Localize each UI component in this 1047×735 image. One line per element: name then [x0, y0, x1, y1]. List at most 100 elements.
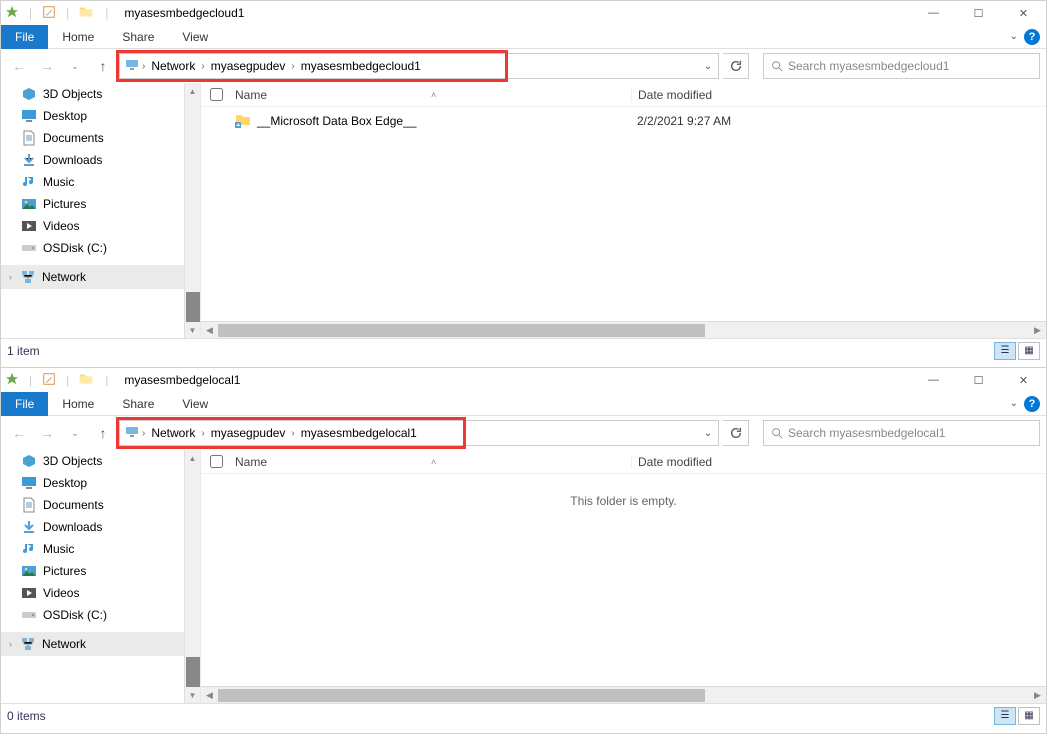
nav-up-button[interactable]: ↑ [91, 421, 115, 445]
content-pane[interactable]: Name˄ Date modified This folder is empty… [201, 450, 1046, 703]
sidebar-item-pictures[interactable]: Pictures [1, 193, 200, 215]
scroll-thumb[interactable] [218, 324, 705, 337]
breadcrumb-item[interactable]: myasesmbedgelocal1 [297, 426, 421, 440]
qat-pin-icon[interactable] [5, 5, 19, 22]
select-all-checkbox[interactable] [201, 455, 231, 468]
breadcrumb-item[interactable]: myasegpudev [207, 426, 290, 440]
sidebar-item-network[interactable]: ›Network [1, 632, 200, 656]
content-pane[interactable]: Name˄ Date modified __Microsoft Data Box… [201, 83, 1046, 338]
sidebar-item-documents[interactable]: Documents [1, 494, 200, 516]
tab-view[interactable]: View [168, 393, 222, 415]
sidebar[interactable]: 3D Objects Desktop Documents Downloads M… [1, 83, 201, 338]
scroll-down-button[interactable]: ▼ [185, 322, 200, 338]
qat-pin-icon[interactable] [5, 372, 19, 389]
sidebar-item-3d-objects[interactable]: 3D Objects [1, 450, 200, 472]
sidebar-item-3d-objects[interactable]: 3D Objects [1, 83, 200, 105]
tab-share[interactable]: Share [108, 393, 168, 415]
sidebar-item-videos[interactable]: Videos [1, 215, 200, 237]
breadcrumb-item[interactable]: myasesmbedgecloud1 [297, 59, 425, 73]
nav-back-button[interactable]: ← [7, 421, 31, 445]
sidebar-item-desktop[interactable]: Desktop [1, 105, 200, 127]
chevron-right-icon[interactable]: › [199, 428, 206, 439]
scroll-right-button[interactable]: ▶ [1029, 687, 1046, 703]
column-header-name[interactable]: Name˄ [231, 455, 631, 469]
scroll-left-button[interactable]: ◀ [201, 687, 218, 703]
view-details-button[interactable]: ☰ [994, 707, 1016, 725]
sidebar-item-downloads[interactable]: Downloads [1, 516, 200, 538]
file-row[interactable]: __Microsoft Data Box Edge__ 2/2/2021 9:2… [201, 107, 1046, 129]
file-tab[interactable]: File [1, 25, 48, 49]
maximize-button[interactable]: ☐ [956, 368, 1001, 392]
titlebar[interactable]: | | | myasesmbedgecloud1 — ☐ ✕ [1, 1, 1046, 25]
sidebar-item-music[interactable]: Music [1, 538, 200, 560]
sidebar-item-desktop[interactable]: Desktop [1, 472, 200, 494]
titlebar[interactable]: | | | myasesmbedgelocal1 — ☐ ✕ [1, 368, 1046, 392]
chevron-right-icon[interactable]: › [140, 61, 147, 72]
horizontal-scrollbar[interactable]: ◀ ▶ [201, 321, 1046, 338]
select-all-checkbox[interactable] [201, 88, 231, 101]
ribbon-expand-icon[interactable]: ⌄ [1010, 31, 1018, 42]
sidebar-item-downloads[interactable]: Downloads [1, 149, 200, 171]
scroll-down-button[interactable]: ▼ [185, 687, 200, 703]
chevron-right-icon[interactable]: › [9, 272, 12, 282]
minimize-button[interactable]: — [911, 368, 956, 392]
maximize-button[interactable]: ☐ [956, 1, 1001, 25]
search-input[interactable]: Search myasesmbedgecloud1 [763, 53, 1040, 79]
address-dropdown[interactable]: ⌄ [698, 61, 718, 72]
sidebar-item-osdisk[interactable]: OSDisk (C:) [1, 604, 200, 626]
qat-properties-icon[interactable] [42, 372, 56, 389]
sidebar-item-music[interactable]: Music [1, 171, 200, 193]
nav-recent-dropdown[interactable]: ⌄ [63, 54, 87, 78]
nav-back-button[interactable]: ← [7, 54, 31, 78]
address-dropdown[interactable]: ⌄ [698, 428, 718, 439]
column-header-date[interactable]: Date modified [631, 455, 1046, 469]
scroll-up-button[interactable]: ▲ [185, 450, 200, 466]
view-icons-button[interactable]: ▦ [1018, 707, 1040, 725]
sidebar-scrollbar[interactable]: ▲ ▼ [184, 83, 200, 338]
file-tab[interactable]: File [1, 392, 48, 416]
close-button[interactable]: ✕ [1001, 368, 1046, 392]
column-header-date[interactable]: Date modified [631, 88, 1046, 102]
refresh-button[interactable] [723, 53, 749, 79]
tab-share[interactable]: Share [108, 26, 168, 48]
nav-up-button[interactable]: ↑ [91, 54, 115, 78]
tab-view[interactable]: View [168, 26, 222, 48]
sidebar-item-osdisk[interactable]: OSDisk (C:) [1, 237, 200, 259]
sidebar-scrollbar[interactable]: ▲ ▼ [184, 450, 200, 703]
tab-home[interactable]: Home [48, 393, 108, 415]
sidebar[interactable]: 3D Objects Desktop Documents Downloads M… [1, 450, 201, 703]
chevron-right-icon[interactable]: › [289, 428, 296, 439]
help-icon[interactable]: ? [1024, 396, 1040, 412]
sidebar-item-documents[interactable]: Documents [1, 127, 200, 149]
address-bar[interactable]: › Network › myasegpudev › myasesmbedgecl… [119, 53, 719, 79]
ribbon-expand-icon[interactable]: ⌄ [1010, 398, 1018, 409]
breadcrumb-item[interactable]: myasegpudev [207, 59, 290, 73]
tab-home[interactable]: Home [48, 26, 108, 48]
chevron-right-icon[interactable]: › [9, 639, 12, 649]
breadcrumb-item[interactable]: Network [147, 59, 199, 73]
search-input[interactable]: Search myasesmbedgelocal1 [763, 420, 1040, 446]
chevron-right-icon[interactable]: › [199, 61, 206, 72]
scroll-thumb[interactable] [186, 657, 200, 687]
sidebar-item-network[interactable]: ›Network [1, 265, 200, 289]
horizontal-scrollbar[interactable]: ◀ ▶ [201, 686, 1046, 703]
close-button[interactable]: ✕ [1001, 1, 1046, 25]
help-icon[interactable]: ? [1024, 29, 1040, 45]
scroll-thumb[interactable] [186, 292, 200, 322]
sidebar-item-videos[interactable]: Videos [1, 582, 200, 604]
refresh-button[interactable] [723, 420, 749, 446]
chevron-right-icon[interactable]: › [289, 61, 296, 72]
chevron-right-icon[interactable]: › [140, 428, 147, 439]
column-header-name[interactable]: Name˄ [231, 88, 631, 102]
breadcrumb-item[interactable]: Network [147, 426, 199, 440]
scroll-right-button[interactable]: ▶ [1029, 322, 1046, 338]
scroll-left-button[interactable]: ◀ [201, 322, 218, 338]
nav-recent-dropdown[interactable]: ⌄ [63, 421, 87, 445]
address-bar[interactable]: › Network › myasegpudev › myasesmbedgelo… [119, 420, 719, 446]
scroll-thumb[interactable] [218, 689, 705, 702]
scroll-up-button[interactable]: ▲ [185, 83, 200, 99]
nav-forward-button[interactable]: → [35, 54, 59, 78]
sidebar-item-pictures[interactable]: Pictures [1, 560, 200, 582]
qat-properties-icon[interactable] [42, 5, 56, 22]
minimize-button[interactable]: — [911, 1, 956, 25]
